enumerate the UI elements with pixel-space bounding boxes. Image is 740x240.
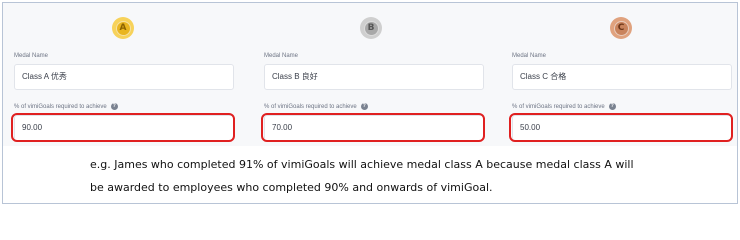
medal-letter: B <box>363 20 379 36</box>
medal-letter: C <box>613 20 629 36</box>
percent-required-label: % of vimiGoals required to achieve? <box>512 103 616 111</box>
medal-column-a: A Medal Name Class A 优秀 % of vimiGoals r… <box>8 3 238 146</box>
medal-name-label: Medal Name <box>264 53 299 59</box>
medal-settings-panel: A Medal Name Class A 优秀 % of vimiGoals r… <box>3 3 737 146</box>
gold-medal-icon: A <box>112 17 134 39</box>
medal-column-b: B Medal Name Class B 良好 % of vimiGoals r… <box>258 3 488 146</box>
medal-name-input[interactable]: Class A 优秀 <box>14 64 234 90</box>
percent-required-label: % of vimiGoals required to achieve? <box>264 103 368 111</box>
question-circle-icon[interactable]: ? <box>360 103 368 110</box>
bronze-medal-icon: C <box>610 17 632 39</box>
screenshot-frame: A Medal Name Class A 优秀 % of vimiGoals r… <box>2 2 738 204</box>
medal-name-label: Medal Name <box>14 53 49 59</box>
explanation-line-1: e.g. James who completed 91% of vimiGoal… <box>90 158 634 171</box>
highlight-box <box>11 113 235 142</box>
explanation-text: e.g. James who completed 91% of vimiGoal… <box>90 153 690 199</box>
medal-letter: A <box>115 20 131 36</box>
percent-required-label: % of vimiGoals required to achieve? <box>14 103 118 111</box>
medal-name-input[interactable]: Class B 良好 <box>264 64 484 90</box>
question-circle-icon[interactable]: ? <box>608 103 616 110</box>
medal-column-c: C Medal Name Class C 合格 % of vimiGoals r… <box>506 3 736 146</box>
highlight-box <box>261 113 485 142</box>
silver-medal-icon: B <box>360 17 382 39</box>
medal-name-input[interactable]: Class C 合格 <box>512 64 732 90</box>
medal-name-label: Medal Name <box>512 53 547 59</box>
highlight-box <box>509 113 733 142</box>
explanation-line-2: be awarded to employees who completed 90… <box>90 181 493 194</box>
question-circle-icon[interactable]: ? <box>110 103 118 110</box>
